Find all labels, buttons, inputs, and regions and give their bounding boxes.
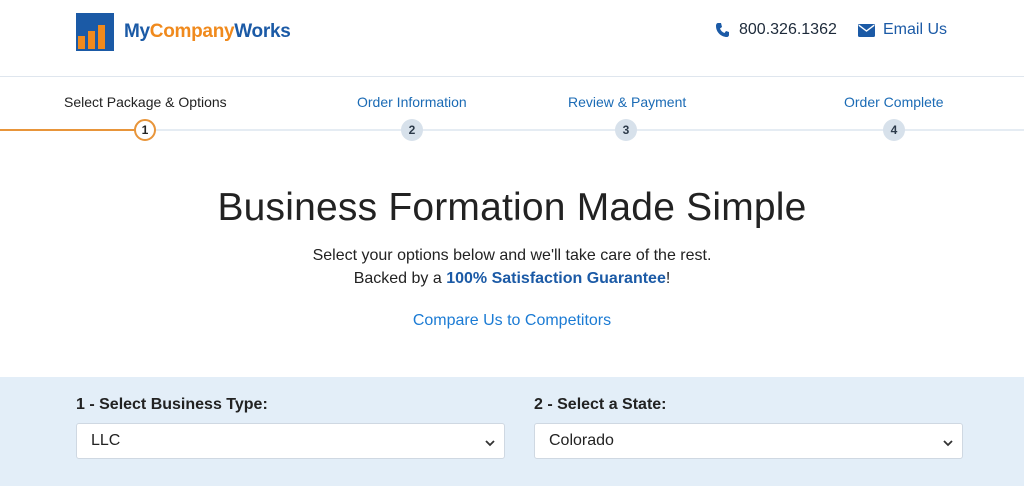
stepper-progress bbox=[0, 129, 146, 131]
state-select[interactable]: Colorado bbox=[534, 423, 963, 459]
step-number-1[interactable]: 1 bbox=[134, 119, 156, 141]
phone-icon bbox=[713, 21, 731, 39]
company-logo[interactable]: MyCompanyWorks bbox=[76, 13, 291, 51]
hero-subtitle: Select your options below and we'll take… bbox=[0, 244, 1024, 290]
chevron-down-icon bbox=[484, 436, 496, 448]
email-us-label: Email Us bbox=[883, 21, 948, 38]
envelope-icon bbox=[857, 21, 875, 39]
order-progress-stepper: Select Package & Options 1 Order Informa… bbox=[0, 78, 1024, 148]
step-number-4[interactable]: 4 bbox=[883, 119, 905, 141]
step-label-select-package[interactable]: Select Package & Options bbox=[64, 94, 227, 110]
email-us-link[interactable]: Email Us bbox=[857, 21, 947, 39]
logo-text-part1: My bbox=[124, 21, 150, 42]
compare-competitors-link-wrap: Compare Us to Competitors bbox=[0, 312, 1024, 330]
step-number-2[interactable]: 2 bbox=[401, 119, 423, 141]
phone-number: 800.326.1362 bbox=[739, 21, 837, 38]
state-label: 2 - Select a State: bbox=[534, 396, 667, 413]
logo-mark-icon bbox=[76, 13, 114, 51]
step-label-review-payment[interactable]: Review & Payment bbox=[568, 94, 686, 110]
business-type-select[interactable]: LLC bbox=[76, 423, 505, 459]
site-header: MyCompanyWorks 800.326.1362 Email Us bbox=[0, 0, 1024, 77]
hero-subtitle-line1: Select your options below and we'll take… bbox=[312, 247, 712, 264]
chevron-down-icon bbox=[942, 436, 954, 448]
hero-subtitle-prefix: Backed by a bbox=[353, 270, 447, 287]
hero-subtitle-suffix: ! bbox=[665, 270, 671, 287]
business-type-label: 1 - Select Business Type: bbox=[76, 396, 268, 413]
phone-link[interactable]: 800.326.1362 bbox=[713, 21, 837, 39]
hero-subtitle-line2: Backed by a 100% Satisfaction Guarantee! bbox=[0, 267, 1024, 290]
step-number-3[interactable]: 3 bbox=[615, 119, 637, 141]
page-title: Business Formation Made Simple bbox=[217, 186, 807, 229]
step-label-order-information[interactable]: Order Information bbox=[357, 94, 467, 110]
logo-text-part2: Company bbox=[149, 21, 235, 42]
state-value: Colorado bbox=[549, 432, 614, 449]
business-type-value: LLC bbox=[91, 432, 121, 449]
step-label-order-complete[interactable]: Order Complete bbox=[844, 94, 944, 110]
compare-competitors-link[interactable]: Compare Us to Competitors bbox=[413, 312, 611, 329]
options-selection-panel: 1 - Select Business Type: LLC 2 - Select… bbox=[0, 377, 1024, 486]
logo-text: MyCompanyWorks bbox=[124, 21, 291, 43]
logo-text-part3: Works bbox=[234, 21, 291, 42]
satisfaction-guarantee-text: 100% Satisfaction Guarantee bbox=[446, 270, 666, 287]
